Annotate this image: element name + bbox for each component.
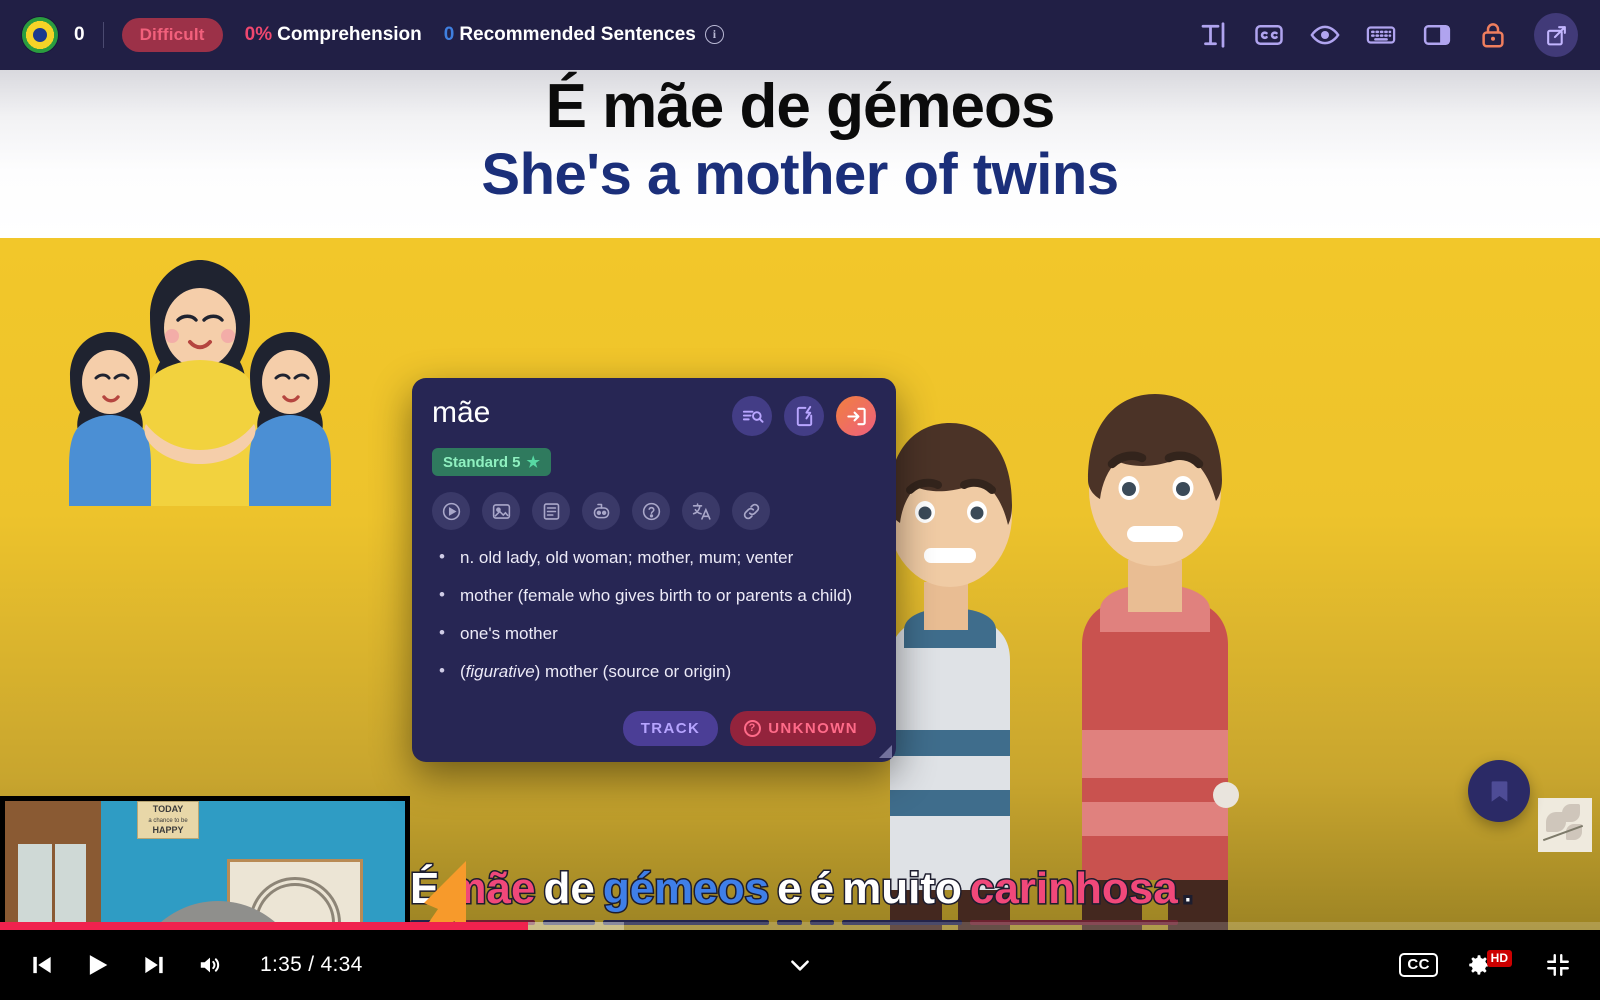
brazil-flag-icon[interactable] — [22, 17, 58, 53]
sentence-banner: É mãe de gémeos She's a mother of twins — [0, 70, 1600, 238]
flower-thumbnail[interactable] — [1538, 798, 1592, 852]
difficulty-badge[interactable]: Difficult — [121, 18, 223, 52]
play-circle-icon[interactable] — [432, 492, 470, 530]
webcam-wall-sign: TODAY a chance to be HAPPY — [137, 801, 199, 839]
definition-list: n. old lady, old woman; mother, mum; ven… — [432, 545, 876, 685]
article-icon[interactable] — [532, 492, 570, 530]
chevron-down-icon — [791, 960, 809, 971]
next-track-icon[interactable] — [134, 945, 174, 985]
player-right-controls: CC HD — [1399, 945, 1578, 985]
source-sentence: É mãe de gémeos — [545, 72, 1056, 141]
play-icon[interactable] — [78, 945, 118, 985]
definition-item: one's mother — [432, 621, 876, 646]
subtitle-terminator: . — [1180, 863, 1195, 915]
badge-label: Standard 5 — [443, 453, 521, 471]
exit-fullscreen-icon — [1547, 954, 1569, 976]
top-toolbar-icons — [1198, 13, 1578, 57]
definition-text: one's mother — [460, 624, 558, 644]
comprehension-stat: 0% Comprehension — [245, 24, 422, 46]
definition-emphasis: figurative — [465, 662, 535, 682]
translated-sentence: She's a mother of twins — [481, 141, 1119, 207]
sign-line-1: TODAY — [152, 804, 184, 814]
keyboard-icon[interactable] — [1366, 20, 1396, 50]
info-icon[interactable]: i — [704, 25, 724, 45]
unknown-label: UNKNOWN — [768, 720, 858, 737]
sign-line-2: a chance to be — [148, 818, 188, 825]
subtitle-word[interactable]: é — [808, 863, 836, 925]
collapse-controls-button[interactable] — [787, 952, 813, 978]
question-circle-icon: ? — [744, 720, 762, 737]
video-player-page: 0 Difficult 0% Comprehension 0 Recommended… — [0, 0, 1600, 1000]
sign-line-3: HAPPY — [152, 825, 184, 836]
popup-tool-row — [432, 492, 876, 530]
exit-fullscreen-button[interactable] — [1538, 945, 1578, 985]
robot-icon[interactable] — [582, 492, 620, 530]
progress-bar[interactable] — [0, 922, 1600, 930]
comprehension-label: Comprehension — [277, 24, 422, 45]
settings-button[interactable]: HD — [1466, 950, 1512, 980]
mother-with-twins-illustration — [69, 260, 331, 506]
lock-icon[interactable] — [1478, 20, 1508, 50]
popup-word: mãe — [432, 396, 491, 429]
closed-captions-icon[interactable] — [1254, 20, 1284, 50]
comprehension-value: 0% — [244, 24, 273, 45]
flashcard-bolt-icon[interactable] — [784, 396, 824, 436]
eye-icon[interactable] — [1310, 20, 1340, 50]
text-cursor-icon[interactable] — [1198, 20, 1228, 50]
definition-text: n. old lady, old woman; mother, mum; ven… — [460, 548, 794, 567]
top-status-bar: 0 Difficult 0% Comprehension 0 Recommended… — [0, 0, 1600, 70]
word-definition-popup[interactable]: mãe Standard 5 ★ • n. old lady, old woma… — [412, 378, 896, 762]
definition-item: mother (female who gives birth to or par… — [432, 583, 876, 608]
previous-track-icon[interactable] — [22, 945, 62, 985]
side-panel-icon[interactable] — [1422, 20, 1452, 50]
definition-text: mother (female who gives birth to or par… — [460, 586, 853, 606]
time-display: 1:35 / 4:34 — [260, 953, 363, 976]
volume-icon[interactable] — [190, 945, 230, 985]
twin-boy-right-illustration — [1082, 394, 1239, 930]
recommended-label: Recommended Sentences — [459, 24, 696, 45]
translate-icon[interactable] — [682, 492, 720, 530]
recommended-sentences-stat: 0 Recommended Sentences i — [444, 24, 724, 46]
question-circle-icon[interactable] — [632, 492, 670, 530]
subtitle-word[interactable]: e — [776, 863, 803, 925]
divider — [102, 22, 104, 48]
bookmark-button[interactable] — [1468, 760, 1530, 822]
player-controls: 1:35 / 4:34 CC HD — [0, 930, 1600, 1000]
streak-count: 0 — [74, 24, 85, 45]
export-word-icon[interactable] — [836, 396, 876, 436]
subtitle-word[interactable]: muito — [841, 863, 963, 925]
popup-action-buttons — [732, 396, 876, 436]
track-button[interactable]: TRACK — [622, 711, 719, 746]
popup-footer: TRACK ? UNKNOWN — [622, 711, 876, 746]
star-icon: ★ — [526, 454, 540, 471]
word-level-badge[interactable]: Standard 5 ★ — [432, 448, 551, 476]
lookup-person-icon[interactable] — [732, 396, 772, 436]
definition-text: ) mother (source or origin) — [534, 662, 732, 682]
recommended-value: 0 — [443, 24, 455, 45]
progress-played — [0, 922, 528, 930]
definition-item: n. old lady, old woman; mother, mum; ven… — [432, 545, 876, 570]
link-icon[interactable] — [732, 492, 770, 530]
unknown-button[interactable]: ? UNKNOWN — [730, 711, 876, 746]
subtitle-word[interactable]: de — [542, 863, 596, 925]
subtitle-word[interactable]: carinhosa — [968, 863, 1179, 925]
cc-toggle-button[interactable]: CC — [1399, 952, 1438, 978]
bookmark-icon — [1491, 780, 1507, 802]
quality-badge: HD — [1486, 950, 1512, 967]
external-link-icon[interactable] — [1534, 13, 1578, 57]
popup-header: mãe — [432, 396, 876, 436]
resize-grip[interactable] — [879, 745, 892, 758]
subtitle-word[interactable]: gémeos — [601, 863, 771, 925]
definition-item: (figurative) mother (source or origin) — [432, 659, 876, 684]
image-icon[interactable] — [482, 492, 520, 530]
subtitle-line: Émãe de gémeos e é muito carinhosa. — [0, 863, 1600, 925]
